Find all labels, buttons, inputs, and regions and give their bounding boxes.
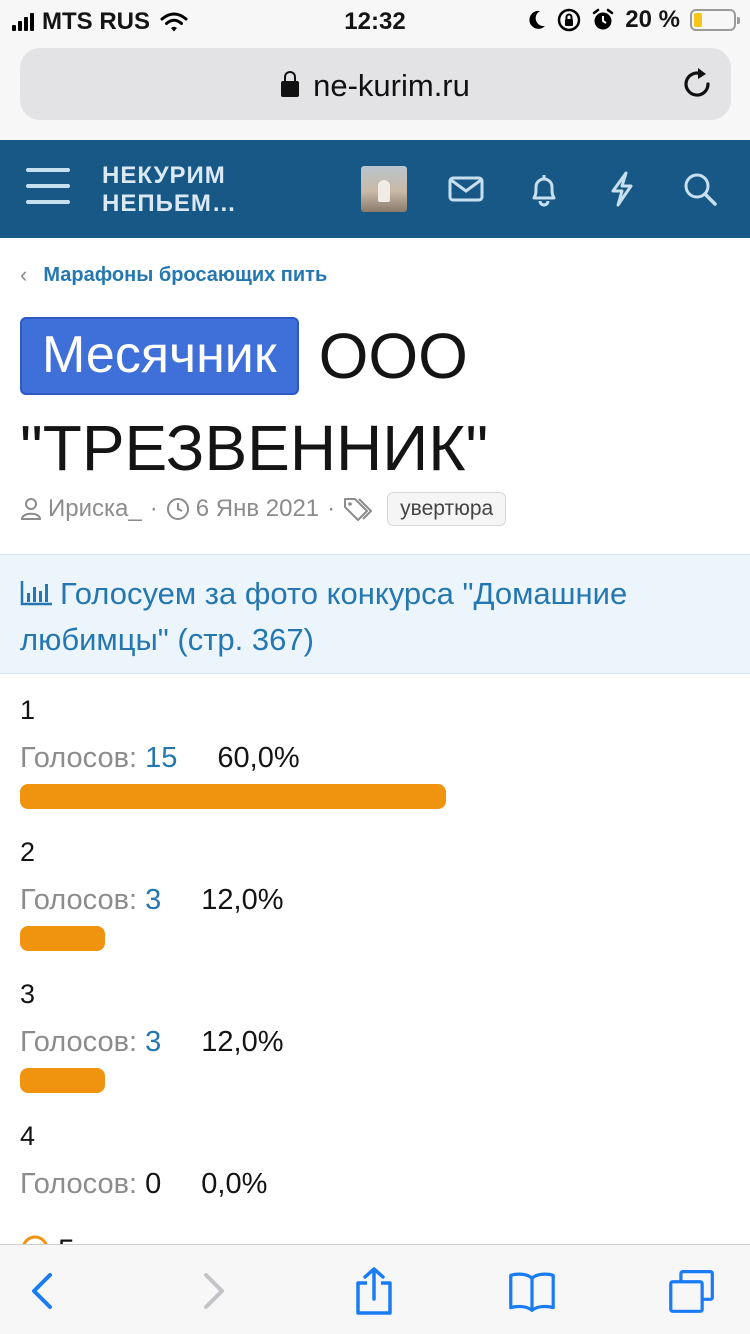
vote-count: 0 [145, 1168, 162, 1200]
lock-icon [281, 71, 300, 97]
vote-count-link[interactable]: 3 [145, 1026, 161, 1058]
mail-icon[interactable] [447, 170, 485, 208]
vote-percent: 12,0% [201, 884, 284, 916]
status-right: 20 % [527, 6, 740, 34]
page-title: Месячник ООО "ТРЕЗВЕННИК" [20, 310, 730, 494]
url-display[interactable]: ne-kurim.ru [20, 68, 731, 104]
votes-label: Голосов: [20, 1026, 138, 1058]
votes-label: Голосов: [20, 742, 138, 774]
battery-icon [690, 9, 740, 31]
poll-option-label: 3 [20, 979, 36, 1009]
author-name[interactable]: Ириска_ [48, 495, 142, 523]
tabs-icon[interactable] [668, 1267, 716, 1315]
meta-separator: · [327, 495, 336, 522]
thread-date[interactable]: 6 Янв 2021 [196, 495, 319, 523]
search-icon[interactable] [681, 170, 719, 208]
vote-percent: 0,0% [201, 1168, 268, 1200]
chevron-left-icon: ‹ [20, 262, 28, 287]
poll-option: 1 Голосов: 15 60,0% [20, 686, 730, 809]
browser-toolbar [0, 1244, 750, 1334]
address-bar[interactable]: ne-kurim.ru [20, 48, 731, 120]
meta-separator: · [149, 495, 158, 522]
poll-option-votes: Голосов: 3 12,0% [20, 876, 730, 924]
site-header: НЕКУРИМ НЕПЬЕМ… [0, 140, 750, 238]
tags-icon [344, 498, 373, 521]
poll-option: 3 Голосов: 3 12,0% [20, 970, 730, 1093]
site-logo[interactable]: НЕКУРИМ НЕПЬЕМ… [102, 162, 237, 218]
poll-option-votes: Голосов: 3 12,0% [20, 1018, 730, 1066]
reload-icon[interactable] [679, 66, 715, 102]
lightning-icon[interactable] [603, 170, 641, 208]
browser-chrome: ne-kurim.ru [0, 40, 750, 140]
poll-bar [20, 1068, 105, 1093]
breadcrumb-label[interactable]: Марафоны бросающих пить [43, 264, 327, 287]
votes-label: Голосов: [20, 1168, 138, 1200]
votes-label: Голосов: [20, 884, 138, 916]
bar-chart-icon [20, 581, 52, 606]
poll-title: Голосуем за фото конкурса "Домашние люби… [20, 576, 628, 657]
poll-option: 4 Голосов: 0 0,0% [20, 1112, 730, 1208]
breadcrumb[interactable]: ‹ Марафоны бросающих пить [20, 262, 327, 288]
moon-icon [529, 10, 546, 29]
poll-option: 2 Голосов: 3 12,0% [20, 828, 730, 951]
poll-option-votes: Голосов: 15 60,0% [20, 734, 730, 782]
orientation-lock-icon [558, 8, 581, 32]
bell-icon[interactable] [525, 170, 563, 208]
poll-bar [20, 926, 105, 951]
battery-level [694, 13, 702, 27]
alarm-icon [593, 8, 614, 30]
vote-count-link[interactable]: 3 [145, 884, 161, 916]
poll-bar [20, 784, 446, 809]
tag-badge[interactable]: увертюра [387, 492, 507, 526]
battery-percent: 20 % [625, 6, 680, 33]
vote-percent: 60,0% [217, 742, 300, 774]
clock-icon [166, 498, 189, 520]
logo-line2: НЕПЬЕМ… [102, 190, 237, 217]
vote-percent: 12,0% [201, 1026, 284, 1058]
menu-icon[interactable] [26, 168, 70, 208]
url-text: ne-kurim.ru [313, 68, 470, 103]
forward-icon[interactable] [188, 1267, 236, 1315]
user-icon [20, 498, 42, 520]
poll-option-label: 4 [20, 1121, 36, 1151]
status-bar: MTS RUS 12:32 20 % [0, 0, 750, 40]
bookmarks-icon[interactable] [508, 1267, 556, 1315]
poll-option-votes: Голосов: 0 0,0% [20, 1160, 730, 1208]
share-icon[interactable] [350, 1267, 398, 1315]
poll-option-label: 2 [20, 837, 36, 867]
poll-option-label: 1 [20, 695, 36, 725]
prefix-label[interactable]: Месячник [20, 317, 299, 395]
logo-line1: НЕКУРИМ [102, 162, 226, 189]
poll-header: Голосуем за фото конкурса "Домашние люби… [0, 554, 750, 674]
back-icon[interactable] [20, 1267, 68, 1315]
avatar[interactable] [361, 166, 407, 212]
thread-meta: Ириска_ · 6 Янв 2021 · увертюра [20, 492, 507, 526]
vote-count-link[interactable]: 15 [145, 742, 177, 774]
